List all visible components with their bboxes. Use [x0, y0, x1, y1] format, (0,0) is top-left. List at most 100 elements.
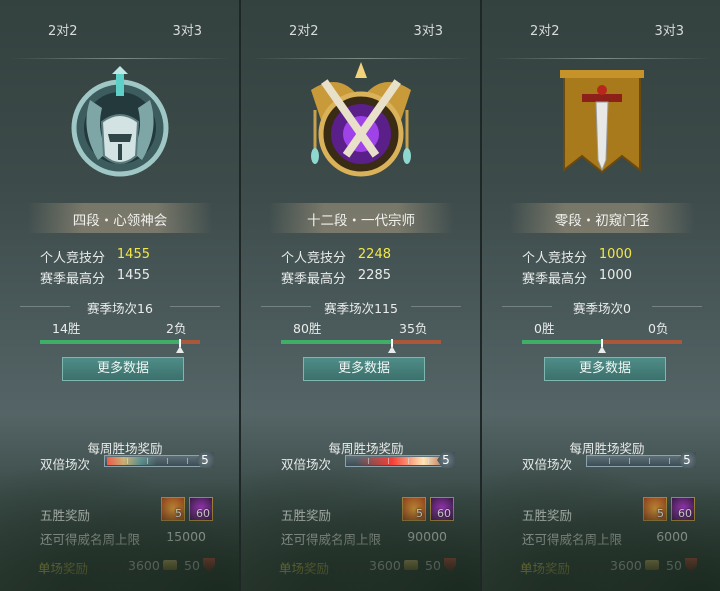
shield-amount: 50 [425, 558, 441, 573]
win-pointer-icon [598, 346, 606, 353]
coin-icon [404, 560, 418, 570]
win-pointer-icon [388, 346, 397, 353]
reward-count-1: 5 [416, 507, 423, 520]
more-data-button[interactable]: 更多数据 [62, 357, 184, 381]
tab-3v3[interactable]: 3对3 [654, 20, 684, 39]
best-score-value: 2285 [357, 268, 391, 283]
losses-count: 2负 [166, 321, 187, 336]
rank-title-bar: 零段・初窥门径 [510, 203, 694, 233]
rank-title: 零段・初窥门径 [554, 213, 650, 229]
score-label: 个人竞技分 [522, 251, 588, 266]
tab-2v2[interactable]: 2对2 [289, 20, 319, 39]
score-label: 个人竞技分 [40, 251, 106, 266]
double-glow [107, 457, 157, 465]
reward-potion-icon[interactable]: 60 [189, 497, 213, 521]
reward-scroll-icon[interactable]: 5 [161, 497, 185, 521]
reward-count-2: 60 [678, 507, 692, 520]
coin-amount: 3600 [610, 558, 642, 573]
shield-icon [444, 558, 456, 572]
reward-potion-icon[interactable]: 60 [671, 497, 695, 521]
panel-1: 2对2 3对3 四段・心领神会 个人竞技分 1455 赛季最高分 1455 赛季… [0, 0, 240, 591]
double-label: 双倍场次 [281, 457, 332, 472]
season-matches: 赛季场次16 [20, 298, 220, 317]
rank-title: 四段・心领神会 [72, 213, 168, 229]
win-fill [281, 340, 393, 344]
shield-icon [203, 558, 215, 572]
double-label: 双倍场次 [40, 457, 91, 472]
coin-icon [645, 560, 659, 570]
shield-icon [685, 558, 697, 572]
reward-count-1: 5 [175, 507, 182, 520]
more-data-button[interactable]: 更多数据 [544, 357, 666, 381]
rank-title-bar: 四段・心领神会 [28, 203, 212, 233]
win-loss-bar [281, 339, 441, 353]
score-value: 1455 [116, 247, 150, 262]
double-progress-bar [586, 455, 690, 467]
mode-tabs: 2对2 3对3 [482, 14, 720, 59]
tab-divider [10, 58, 230, 59]
score-value: 2248 [357, 247, 391, 262]
best-score-label: 赛季最高分 [522, 272, 588, 287]
single-reward-label: 单场奖励 [279, 561, 330, 576]
losses-count: 0负 [648, 321, 669, 336]
silver-knight-emblem-icon [71, 66, 169, 177]
season-matches: 赛季场次0 [502, 298, 702, 317]
coin-amount: 3600 [128, 558, 160, 573]
tab-3v3[interactable]: 3对3 [172, 20, 202, 39]
double-progress-bar [345, 455, 449, 467]
losses-count: 35负 [399, 321, 428, 336]
score-value: 1000 [598, 247, 632, 262]
five-win-label: 五胜奖励 [522, 508, 573, 523]
mode-tabs: 2对2 3对3 [0, 14, 240, 59]
cap-value: 15000 [166, 529, 206, 544]
reward-potion-icon[interactable]: 60 [430, 497, 454, 521]
best-score-value: 1455 [116, 268, 150, 283]
tab-divider [251, 58, 471, 59]
rank-title-bar: 十二段・一代宗师 [269, 203, 453, 233]
best-score-label: 赛季最高分 [40, 272, 106, 287]
reward-scroll-icon[interactable]: 5 [402, 497, 426, 521]
cap-label: 还可得威名周上限 [522, 532, 623, 547]
tab-divider [492, 58, 712, 59]
tab-2v2[interactable]: 2对2 [48, 20, 78, 39]
win-loss-bar [40, 339, 200, 353]
best-score-label: 赛季最高分 [281, 272, 347, 287]
win-fill [40, 340, 180, 344]
win-loss-bar [522, 339, 682, 353]
cap-label: 还可得威名周上限 [281, 532, 382, 547]
more-data-button[interactable]: 更多数据 [303, 357, 425, 381]
coin-amount: 3600 [369, 558, 401, 573]
win-pointer-icon [176, 346, 184, 353]
cap-value: 6000 [656, 529, 688, 544]
tab-2v2[interactable]: 2对2 [530, 20, 560, 39]
reward-count-2: 60 [196, 507, 210, 520]
double-progress-bar [104, 455, 208, 467]
season-matches: 赛季场次115 [261, 298, 461, 317]
panel-3: 2对2 3对3 零段・初窥门径 个人竞技分 1000 赛季最高分 1000 赛季… [482, 0, 720, 591]
win-fill [522, 340, 602, 344]
panel-2: 2对2 3对3 十二段・一代宗师 个人竞技分 2248 赛季最高分 2285 赛… [241, 0, 481, 591]
best-score-value: 1000 [598, 268, 632, 283]
cap-label: 还可得威名周上限 [40, 532, 141, 547]
shield-amount: 50 [666, 558, 682, 573]
single-reward-label: 单场奖励 [38, 561, 89, 576]
five-win-label: 五胜奖励 [281, 508, 332, 523]
double-glow [356, 457, 446, 465]
wins-count: 80胜 [293, 321, 322, 336]
tab-3v3[interactable]: 3对3 [413, 20, 443, 39]
reward-scroll-icon[interactable]: 5 [643, 497, 667, 521]
golden-master-emblem-icon [311, 62, 411, 177]
double-label: 双倍场次 [522, 457, 573, 472]
coin-icon [163, 560, 177, 570]
single-reward-label: 单场奖励 [520, 561, 571, 576]
mode-tabs: 2对2 3对3 [241, 14, 481, 59]
wins-count: 14胜 [52, 321, 81, 336]
score-label: 个人竞技分 [281, 251, 347, 266]
five-win-label: 五胜奖励 [40, 508, 91, 523]
weekly-cap-row: 还可得威名周上限 90000 [281, 529, 447, 548]
banner-sword-emblem-icon [560, 70, 644, 174]
weekly-cap-row: 还可得威名周上限 15000 [40, 529, 206, 548]
cap-value: 90000 [407, 529, 447, 544]
reward-count-1: 5 [657, 507, 664, 520]
shield-amount: 50 [184, 558, 200, 573]
